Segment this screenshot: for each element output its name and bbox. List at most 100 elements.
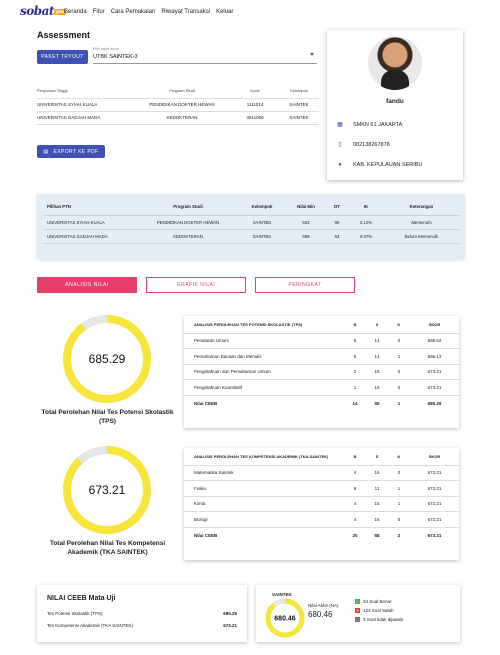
cell: 18 [366, 364, 388, 380]
tka-score: 673.21 [89, 483, 126, 497]
cell: 673.21 [410, 465, 459, 481]
legend-wrong: ✕ 123 Soal Salah [355, 608, 394, 613]
nav-item-riwayat-transaksi[interactable]: Riwayat Transaksi [161, 9, 210, 15]
cell: 0 [388, 379, 410, 396]
tab-peringkat[interactable]: PERINGKAT [255, 277, 355, 293]
cell: SAINTEK [279, 111, 319, 125]
column-header: Nilai Min [286, 198, 326, 216]
cell: 58 [374, 532, 380, 538]
total-row: Nilai CEEB 20 58 2 673.21 [184, 527, 459, 543]
cell: PENDIDIKAN DOKTER HEWAN [138, 215, 238, 230]
cell: 0.12% [348, 215, 384, 230]
ceeb-value: 673.21 [223, 623, 237, 628]
minus-icon: – [355, 617, 360, 622]
table-row: UNIVERSITAS SYIAH KUALA PENDIDIKAN DOKTE… [37, 98, 319, 112]
export-pdf-button[interactable]: ▤ EXPORT KE PDF [37, 145, 105, 158]
saintek-score: 680.46 [274, 616, 296, 623]
cell: 0 [388, 364, 410, 380]
cell: 6 [344, 333, 366, 349]
table-row: UNIVERSITAS GADJAH MADA KEDOKTERAN SAINT… [43, 229, 459, 244]
tps-analysis-card: ANALISIS PEROLEHAN TES POTENSI SKOLASTIK… [184, 316, 459, 428]
table-row: UNIVERSITAS SYIAH KUALA PENDIDIKAN DOKTE… [43, 215, 459, 230]
phone-text: 082138267878 [353, 142, 390, 148]
ceeb-card: NILAI CEEB Mata Uji Tes Potensi Skolasti… [37, 585, 247, 642]
table-header: Perguruan Tinggi Program Studi Kode Kelo… [37, 84, 319, 99]
column-header: B [344, 448, 366, 466]
school-icon: ▦ [337, 122, 343, 128]
table-row: Fisika 8 11 1 673.21 [184, 480, 459, 497]
cell: 15 [366, 496, 388, 512]
cross-icon: ✕ [355, 608, 360, 613]
cell: SAINTEK [238, 215, 286, 230]
profile-location: ● KAB. KEPULAUAN SERIBU [337, 162, 422, 168]
table-row: Pemahaman Bacaan dan Menulis 5 14 1 696.13 [184, 348, 459, 365]
cell: 696.13 [410, 348, 459, 365]
cell: 1 [388, 348, 410, 365]
table-row: UNIVERSITAS GADJAH MADA KEDOKTERAN 36110… [37, 111, 319, 125]
tka-title: Total Perolehan Nilai Tes Kompetensi Aka… [49, 540, 166, 556]
nav-menu: Beranda Fitur Cara Pemakaian Riwayat Tra… [64, 9, 233, 15]
cell: 673.21 [427, 532, 442, 538]
column-header: S [366, 448, 388, 466]
table-row: Kimia 4 15 1 673.21 [184, 496, 459, 512]
tab-analisis-nilai[interactable]: ANALISIS NILAI [37, 277, 137, 293]
cell: 685.29 [427, 400, 442, 406]
column-header: SKOR [410, 448, 459, 466]
cell: 14 [366, 348, 388, 365]
top-navbar: sobat ptn Beranda Fitur Cara Pemakaian Ri… [0, 0, 500, 26]
tka-gauge: 673.21 [63, 446, 151, 534]
chevron-down-icon [310, 53, 314, 56]
ceeb-label: Tes Kompetensi Akademik (TKA SAINTEK) [47, 623, 134, 628]
cell: 3611066 [231, 111, 279, 125]
cell: 673.21 [410, 511, 459, 528]
cell: 2 [397, 532, 401, 538]
cell: 1 [344, 379, 366, 396]
check-icon: ✓ [355, 599, 360, 604]
column-header: K [388, 448, 410, 466]
cell: 14 [352, 400, 358, 406]
tps-table: ANALISIS PEROLEHAN TES POTENSI SKOLASTIK… [184, 316, 459, 411]
profile-name: fandu [386, 98, 404, 105]
cell: 20 [352, 532, 358, 538]
legend-unanswered: – 3 Soal tidak dijawab [355, 617, 403, 622]
status-cell: Belum Memenuhi [384, 229, 459, 244]
avatar [368, 36, 422, 90]
cell: 19 [366, 379, 388, 396]
legend-text: 3 Soal tidak dijawab [363, 617, 404, 622]
column-header: ANALISIS PEROLEHAN TES POTENSI SKOLASTIK… [184, 316, 344, 334]
school-text: SMKN 61 JAKARTA [353, 122, 403, 128]
cell: UNIVERSITAS GADJAH MADA [37, 111, 133, 125]
nav-item-keluar[interactable]: Keluar [216, 9, 233, 15]
cell: KEDOKTERAN [138, 229, 238, 244]
cell: PENDIDIKAN DOKTER HEWAN [133, 98, 231, 112]
nav-item-fitur[interactable]: Fitur [93, 9, 105, 15]
final-score-label: Nilai Akhir (NA) [308, 603, 339, 608]
tps-gauge: 685.29 [63, 315, 151, 403]
paket-tryout-button[interactable]: PAKET TRYOUT [37, 50, 88, 64]
cell: Biologi [184, 511, 344, 528]
ptn-choice-panel: Pilihan PTN Program Studi Kelompok Nilai… [37, 194, 465, 259]
nav-item-cara-pemakaian[interactable]: Cara Pemakaian [111, 9, 156, 15]
page-title: Assessment [37, 30, 91, 40]
table-row: Biologi 4 16 0 673.21 [184, 511, 459, 528]
paket-select[interactable]: Pilih paket tryout UTBK SAINTEK-3 [93, 46, 317, 64]
select-value: UTBK SAINTEK-3 [93, 54, 138, 60]
tab-grafik-nilai[interactable]: GRAFIK NILAI [146, 277, 246, 293]
file-icon: ▤ [43, 148, 49, 155]
cell: 699 [286, 229, 326, 244]
tps-score: 685.29 [89, 352, 126, 366]
column-header: Keterangan [384, 198, 459, 216]
tka-analysis-card: ANALISIS PEROLEHAN TES KOMPETENSI AKADEM… [184, 448, 459, 560]
cell: 11 [366, 480, 388, 497]
cell: 65 [374, 400, 380, 406]
profile-phone: ▯ 082138267878 [337, 142, 390, 148]
table-row: Pengetahuan dan Pemahaman Umum 2 18 0 673.21 [184, 364, 459, 380]
cell: UNIVERSITAS GADJAH MADA [43, 229, 138, 244]
ceeb-value: 685.29 [223, 611, 237, 616]
logo[interactable]: sobat ptn [20, 4, 66, 18]
cell: 0 [388, 333, 410, 349]
nav-item-beranda[interactable]: Beranda [64, 9, 87, 15]
cell: 14 [366, 333, 388, 349]
location-pin-icon: ● [338, 162, 342, 168]
table-header: ANALISIS PEROLEHAN TES POTENSI SKOLASTIK… [184, 316, 459, 334]
